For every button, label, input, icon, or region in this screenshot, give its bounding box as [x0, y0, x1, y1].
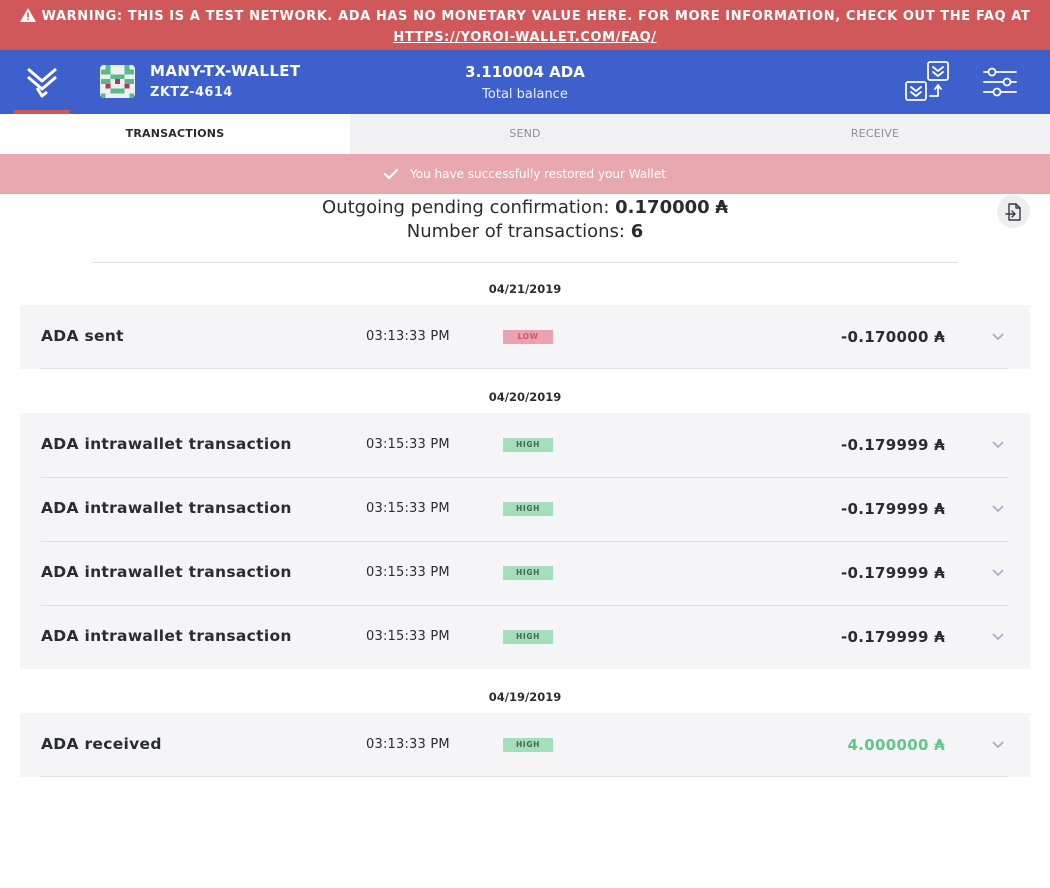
yoroi-logo-icon: [27, 67, 57, 98]
transaction-amount: 4.000000 ₳: [848, 736, 945, 754]
yoroi-logo-button[interactable]: [14, 50, 70, 114]
transaction-amount: -0.170000 ₳: [841, 328, 945, 346]
transaction-count-summary: Number of transactions: 6: [0, 221, 1050, 242]
transaction-amount: -0.179999 ₳: [841, 500, 945, 518]
date-header: 04/21/2019: [488, 282, 562, 296]
assurance-badge: HIGH: [503, 502, 553, 516]
tab-send[interactable]: SEND: [350, 114, 700, 154]
ada-symbol: ₳: [934, 628, 945, 646]
count-value: 6: [630, 221, 644, 242]
date-header: 04/20/2019: [488, 390, 562, 404]
amount-value: 4.000000: [847, 736, 929, 754]
ada-symbol: ₳: [934, 436, 945, 454]
transaction-amount: -0.179999 ₳: [841, 436, 945, 454]
amount-value: -0.179999: [841, 564, 929, 582]
transaction-time: 03:15:33 PM: [366, 565, 450, 580]
transaction-row[interactable]: ADA received 03:13:33 PM HIGH 4.000000 ₳: [20, 713, 1030, 777]
transaction-time: 03:15:33 PM: [366, 437, 450, 452]
faq-link[interactable]: HTTPS://YOROI-WALLET.COM/FAQ/: [393, 30, 656, 45]
transaction-row[interactable]: ADA intrawallet transaction 03:15:33 PM …: [20, 605, 1030, 669]
assurance-badge: HIGH: [503, 438, 553, 452]
send-receive-button[interactable]: [904, 60, 952, 104]
transaction-time: 03:15:33 PM: [366, 629, 450, 644]
transaction-amount: -0.179999 ₳: [841, 628, 945, 646]
transaction-row[interactable]: ADA intrawallet transaction 03:15:33 PM …: [20, 413, 1030, 477]
export-transactions-button[interactable]: [997, 195, 1030, 228]
export-file-icon: [1004, 202, 1021, 221]
wallet-tabs: TRANSACTIONS SEND RECEIVE: [0, 114, 1050, 154]
wallet-identicon: [101, 65, 134, 98]
chevron-down-icon[interactable]: [991, 631, 1005, 643]
transaction-type: ADA sent: [41, 327, 124, 345]
testnet-warning-banner: WARNING: THIS IS A TEST NETWORK. ADA HAS…: [0, 0, 1050, 50]
pending-label: Outgoing pending confirmation:: [322, 197, 610, 218]
transaction-amount: -0.179999 ₳: [841, 564, 945, 582]
tab-receive[interactable]: RECEIVE: [700, 114, 1050, 154]
summary-divider: [92, 262, 958, 263]
wallet-avatar: [100, 65, 135, 98]
ada-symbol: ₳: [934, 500, 945, 518]
transaction-type: ADA intrawallet transaction: [41, 435, 292, 453]
transaction-time: 03:15:33 PM: [366, 501, 450, 516]
date-header: 04/19/2019: [488, 690, 562, 704]
amount-value: -0.179999: [841, 628, 929, 646]
assurance-badge: HIGH: [503, 566, 553, 580]
transaction-time: 03:13:33 PM: [366, 737, 450, 752]
amount-value: -0.179999: [841, 500, 929, 518]
pending-value: 0.170000: [615, 197, 710, 218]
assurance-badge: HIGH: [503, 630, 553, 644]
amount-value: -0.179999: [841, 436, 929, 454]
chevron-down-icon[interactable]: [991, 567, 1005, 579]
transaction-row[interactable]: ADA intrawallet transaction 03:15:33 PM …: [20, 477, 1030, 541]
settings-sliders-icon: [983, 67, 1017, 97]
ada-symbol: ₳: [715, 197, 728, 218]
wallet-restored-notice: You have successfully restored your Wall…: [0, 154, 1050, 194]
total-balance-label: Total balance: [482, 87, 568, 102]
transaction-row[interactable]: ADA sent 03:13:33 PM LOW -0.170000 ₳: [20, 305, 1030, 369]
assurance-badge: HIGH: [503, 738, 553, 752]
transaction-type: ADA intrawallet transaction: [41, 627, 292, 645]
assurance-badge: LOW: [503, 330, 553, 344]
total-balance-amount: 3.110004 ADA: [465, 63, 585, 81]
check-icon: [384, 169, 399, 179]
transaction-group: ADA received 03:13:33 PM HIGH 4.000000 ₳: [20, 713, 1030, 777]
amount-value: -0.170000: [841, 328, 929, 346]
notice-text: You have successfully restored your Wall…: [410, 167, 666, 181]
chevron-down-icon[interactable]: [991, 439, 1005, 451]
ada-symbol: ₳: [934, 328, 945, 346]
chevron-down-icon[interactable]: [991, 503, 1005, 515]
warning-icon: [19, 8, 36, 22]
transaction-group: ADA intrawallet transaction 03:15:33 PM …: [20, 413, 1030, 669]
transaction-type: ADA intrawallet transaction: [41, 563, 292, 581]
wallet-plate: ZKTZ-4614: [150, 85, 233, 100]
tab-transactions[interactable]: TRANSACTIONS: [0, 114, 350, 154]
wallet-name: MANY-TX-WALLET: [150, 62, 301, 80]
top-bar: MANY-TX-WALLET ZKTZ-4614 3.110004 ADA To…: [0, 50, 1050, 114]
ada-symbol: ₳: [934, 736, 945, 754]
chevron-down-icon[interactable]: [991, 331, 1005, 343]
chevron-down-icon[interactable]: [991, 739, 1005, 751]
transaction-row[interactable]: ADA intrawallet transaction 03:15:33 PM …: [20, 541, 1030, 605]
transaction-group: ADA sent 03:13:33 PM LOW -0.170000 ₳: [20, 305, 1030, 369]
transaction-type: ADA received: [41, 735, 162, 753]
transaction-type: ADA intrawallet transaction: [41, 499, 292, 517]
warning-text: WARNING: THIS IS A TEST NETWORK. ADA HAS…: [41, 9, 1031, 24]
count-label: Number of transactions:: [406, 221, 625, 242]
settings-button[interactable]: [980, 62, 1020, 102]
transaction-time: 03:13:33 PM: [366, 329, 450, 344]
send-receive-icon: [905, 61, 949, 101]
pending-summary: Outgoing pending confirmation: 0.170000 …: [0, 197, 1050, 218]
ada-symbol: ₳: [934, 564, 945, 582]
